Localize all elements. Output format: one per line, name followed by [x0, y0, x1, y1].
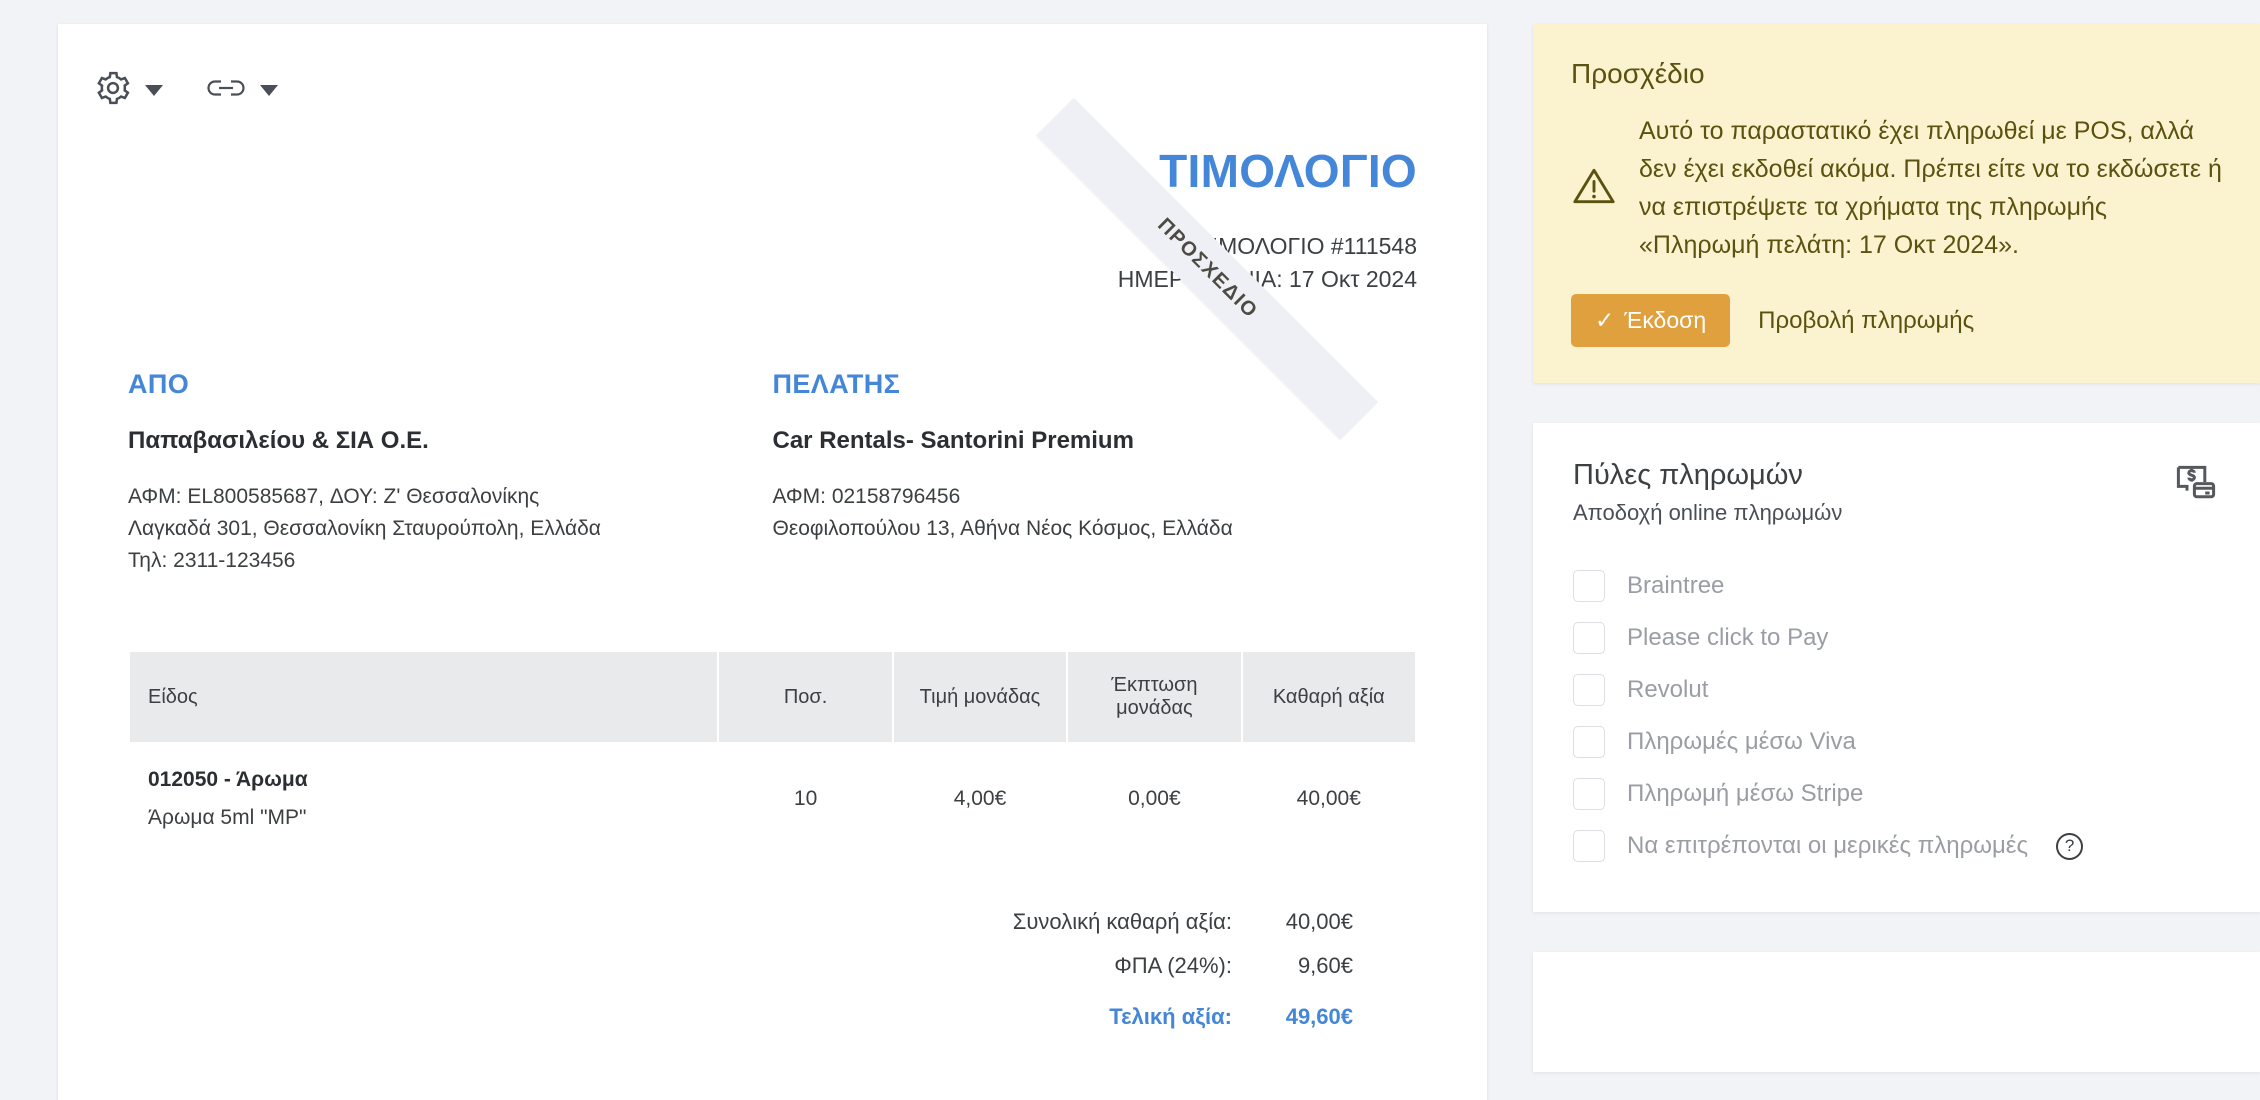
total-net-value: 40,00€ [1285, 909, 1353, 935]
caret-down-icon [145, 84, 163, 96]
col-description: Είδος [130, 652, 718, 743]
party-from: ΑΠΟ Παπαβασιλείου & ΣΙΑ Ο.Ε. ΑΦΜ: EL8005… [128, 369, 773, 577]
gateway-label: Να επιτρέπονται οι μερικές πληρωμές [1627, 832, 2029, 859]
page-root: ΠΡΟΣΧΕΔΙΟ ΤΙΜΟΛΟΓΙΟ ΤΙΜΟΛΟΓΙΟ #111548 ΗΜ… [0, 0, 2260, 1100]
issue-button-label: Έκδοση [1624, 307, 1707, 333]
sidebar-column: Προσχέδιο Αυτό το παραστατικό έχει πληρω… [1533, 24, 2260, 1072]
totals-vat-row: ΦΠΑ (24%): 9,60€ [128, 944, 1417, 988]
alert-message: Αυτό το παραστατικό έχει πληρωθεί με POS… [1639, 117, 2222, 259]
customer-name: Car Rentals- Santorini Premium [772, 426, 1134, 454]
alert-title: Προσχέδιο [1571, 58, 1705, 89]
col-unit-discount: Έκπτωση μονάδας [1068, 652, 1241, 743]
from-details: ΑΦΜ: EL800585687, ΔΟΥ: Ζ' Θεσσαλονίκης Λ… [128, 481, 743, 577]
payment-gateways-subtitle: Αποδοχή online πληρωμών [1573, 500, 1843, 525]
line-items-header: Είδος Ποσ. Τιμή μονάδας Έκπτωση μονάδας … [130, 652, 1415, 743]
gateway-label: Πληρωμές μέσω Viva [1627, 728, 1856, 755]
payment-gateways-card: Πύλες πληρωμών Αποδοχή online πληρωμών B… [1533, 423, 2260, 912]
item-description: Άρωμα 5ml "MP" [148, 806, 307, 830]
from-address-line: Λαγκαδά 301, Θεσσαλονίκη Σταυρούπολη, Ελ… [128, 516, 601, 540]
caret-down-icon [260, 84, 278, 96]
link-menu-button[interactable] [205, 75, 278, 106]
totals-table: Συνολική καθαρή αξία: 40,00€ ΦΠΑ (24%): … [128, 900, 1417, 1039]
customer-tax-line: ΑΦΜ: 02158796456 [772, 484, 961, 508]
totals-grand-row: Τελική αξία: 49,60€ [128, 988, 1417, 1039]
gateway-option-viva[interactable]: Πληρωμές μέσω Viva [1573, 716, 2220, 768]
total-grand-value: 49,60€ [1285, 1004, 1353, 1030]
from-name: Παπαβασιλείου & ΣΙΑ Ο.Ε. [128, 426, 429, 454]
payment-gateways-header: Πύλες πληρωμών Αποδοχή online πληρωμών [1573, 459, 2220, 526]
gateway-option-stripe[interactable]: Πληρωμή μέσω Stripe [1573, 768, 2220, 820]
from-tax-line: ΑΦΜ: EL800585687, ΔΟΥ: Ζ' Θεσσαλονίκης [128, 484, 540, 508]
cell-description: 012050 - Άρωμα Άρωμα 5ml "MP" [130, 742, 717, 856]
line-items-table: Είδος Ποσ. Τιμή μονάδας Έκπτωση μονάδας … [128, 652, 1417, 856]
invoice-card: ΠΡΟΣΧΕΔΙΟ ΤΙΜΟΛΟΓΙΟ ΤΙΜΟΛΟΓΙΟ #111548 ΗΜ… [58, 24, 1487, 1100]
checkbox[interactable] [1573, 830, 1605, 862]
invoice-toolbar [58, 24, 1487, 120]
help-icon[interactable]: ? [2056, 832, 2084, 860]
table-header-row: Είδος Ποσ. Τιμή μονάδας Έκπτωση μονάδας … [130, 652, 1415, 743]
check-icon: ✓ [1595, 307, 1615, 333]
total-vat-value: 9,60€ [1297, 953, 1353, 979]
table-row: 012050 - Άρωμα Άρωμα 5ml "MP" 10 4,00€ 0… [130, 742, 1415, 856]
col-unit-price: Τιμή μονάδας [893, 652, 1067, 743]
col-net-value: Καθαρή αξία [1242, 652, 1415, 743]
payment-gateways-heading-text: Πύλες πληρωμών Αποδοχή online πληρωμών [1573, 459, 1842, 526]
next-card-partial [1533, 952, 2260, 1072]
checkbox[interactable] [1573, 726, 1605, 758]
cell-unit-discount: 0,00€ [1128, 787, 1181, 811]
from-label: ΑΠΟ [128, 368, 190, 399]
total-vat-label: ΦΠΑ (24%): [1114, 953, 1232, 979]
col-quantity: Ποσ. [719, 652, 892, 743]
alert-body: Αυτό το παραστατικό έχει πληρωθεί με POS… [1571, 112, 2222, 264]
gateway-label: Πληρωμή μέσω Stripe [1627, 780, 1864, 807]
gateway-option-revolut[interactable]: Revolut [1573, 664, 2220, 716]
checkbox[interactable] [1573, 622, 1605, 654]
gear-icon [94, 69, 132, 112]
line-items-body: 012050 - Άρωμα Άρωμα 5ml "MP" 10 4,00€ 0… [130, 742, 1415, 856]
from-phone-line: Τηλ: 2311-123456 [128, 548, 296, 572]
cell-net-value: 40,00€ [1296, 787, 1361, 811]
view-payment-link[interactable]: Προβολή πληρωμής [1758, 307, 1974, 335]
totals-net-row: Συνολική καθαρή αξία: 40,00€ [128, 900, 1417, 944]
settings-menu-button[interactable] [94, 69, 163, 112]
link-icon [205, 75, 247, 106]
cell-quantity: 10 [793, 787, 818, 811]
gateway-label: Revolut [1627, 676, 1709, 703]
total-grand-label: Τελική αξία: [1109, 1004, 1232, 1030]
checkbox[interactable] [1573, 778, 1605, 810]
parties-section: ΑΠΟ Παπαβασιλείου & ΣΙΑ Ο.Ε. ΑΦΜ: EL8005… [58, 369, 1487, 577]
draft-alert-card: Προσχέδιο Αυτό το παραστατικό έχει πληρω… [1533, 24, 2260, 383]
customer-details: ΑΦΜ: 02158796456 Θεοφιλοπούλου 13, Αθήνα… [773, 481, 1388, 545]
invoice-meta: ΤΙΜΟΛΟΓΙΟ #111548 ΗΜΕΡΟΜΗΝΙΑ: 17 Οκτ 202… [58, 230, 1487, 297]
item-code: 012050 - Άρωμα [148, 768, 308, 792]
cell-unit-price: 4,00€ [953, 787, 1007, 811]
payment-gateways-list: Braintree Please click to Pay Revolut Πλ… [1573, 560, 2220, 872]
alert-actions: ✓ Έκδοση Προβολή πληρωμής [1571, 294, 2222, 347]
page-title: ΤΙΜΟΛΟΓΙΟ [1159, 145, 1417, 197]
payment-gateways-title: Πύλες πληρωμών [1573, 459, 1803, 491]
gateway-option-partial-payments[interactable]: Να επιτρέπονται οι μερικές πληρωμές ? [1573, 820, 2220, 872]
payment-card-screen-icon [2172, 459, 2220, 512]
gateway-option-braintree[interactable]: Braintree [1573, 560, 2220, 612]
gateway-label: Braintree [1627, 572, 1725, 599]
issue-button[interactable]: ✓ Έκδοση [1571, 294, 1731, 347]
gateway-option-click-to-pay[interactable]: Please click to Pay [1573, 612, 2220, 664]
total-net-label: Συνολική καθαρή αξία: [1012, 909, 1232, 935]
checkbox[interactable] [1573, 570, 1605, 602]
warning-triangle-icon [1571, 163, 1617, 214]
gateway-label: Please click to Pay [1627, 624, 1829, 651]
checkbox[interactable] [1573, 674, 1605, 706]
customer-address-line: Θεοφιλοπούλου 13, Αθήνα Νέος Κόσμος, Ελλ… [772, 516, 1233, 540]
